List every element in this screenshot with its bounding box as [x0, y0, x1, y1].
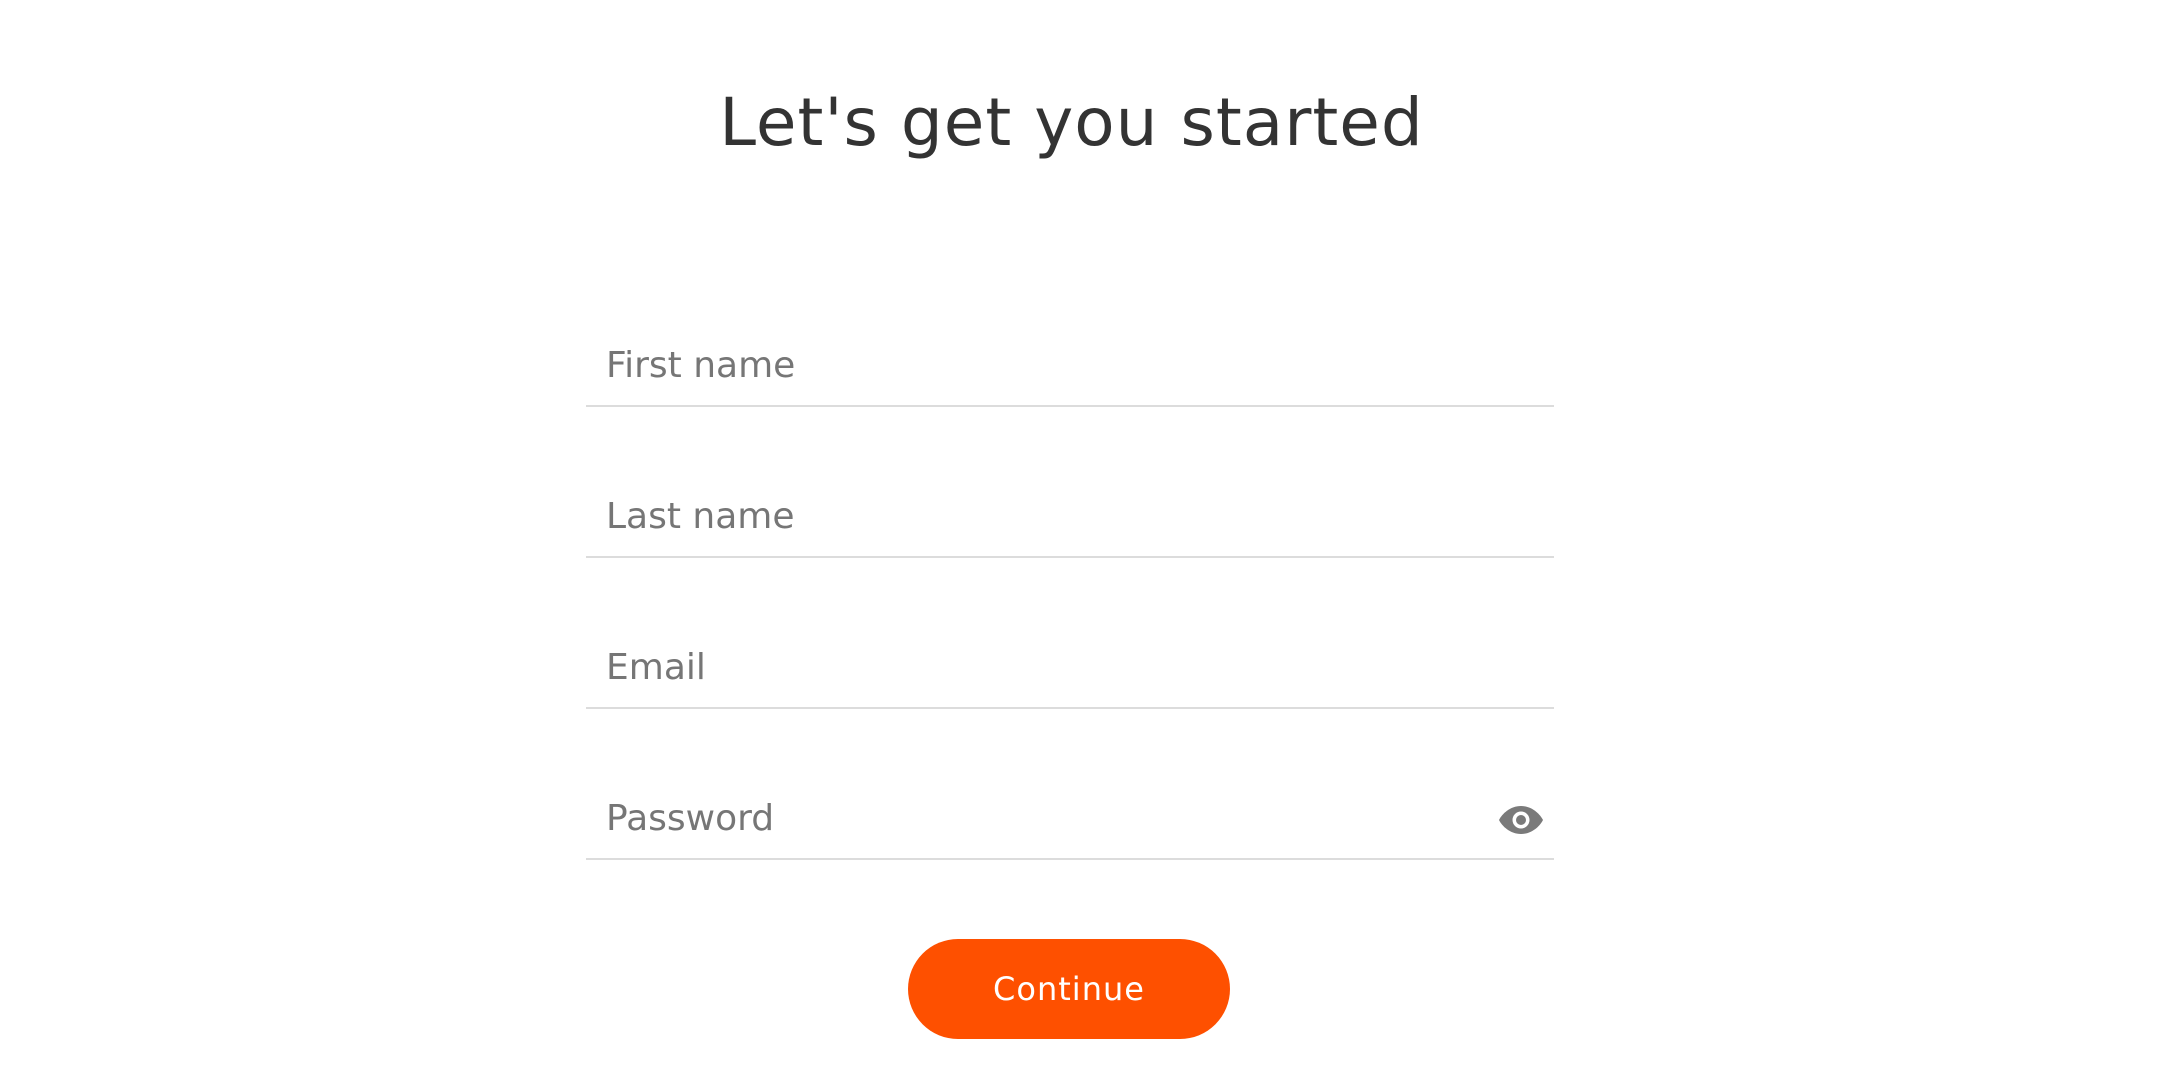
email-field[interactable] — [586, 627, 1554, 707]
password-field[interactable] — [586, 778, 1554, 858]
last-name-field-container — [586, 476, 1554, 558]
continue-button[interactable]: Continue — [908, 939, 1230, 1039]
password-field-container — [586, 778, 1554, 860]
email-field-container — [586, 627, 1554, 709]
signup-page: Let's get you started Continue — [0, 0, 2159, 1079]
first-name-field-container — [586, 325, 1554, 407]
eye-icon[interactable] — [1498, 802, 1544, 838]
page-title: Let's get you started — [719, 84, 1424, 161]
first-name-field[interactable] — [586, 325, 1554, 405]
last-name-field[interactable] — [586, 476, 1554, 556]
